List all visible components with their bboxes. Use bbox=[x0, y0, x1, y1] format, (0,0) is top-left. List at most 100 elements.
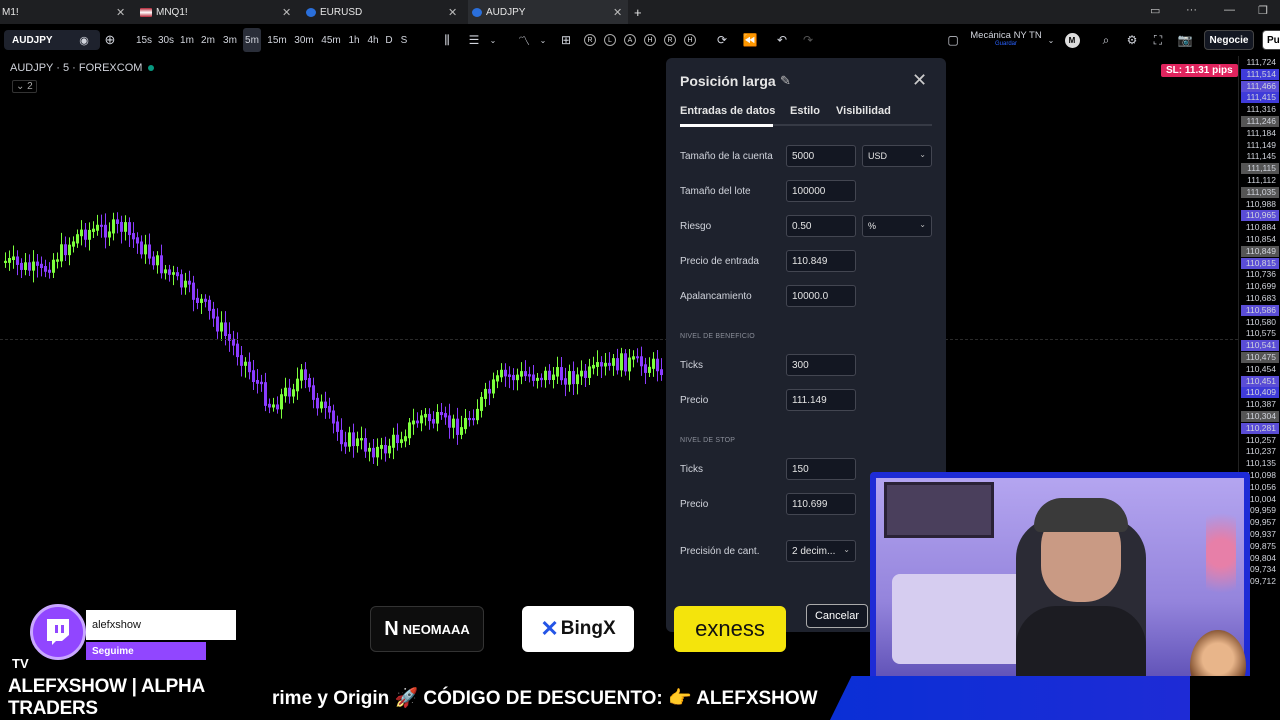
account-size-input[interactable]: 5000 bbox=[786, 145, 856, 167]
close-icon[interactable]: ✕ bbox=[912, 70, 927, 91]
search-icon[interactable]: ⌕ bbox=[1098, 28, 1114, 52]
candle-body bbox=[412, 420, 415, 425]
dialog-title: Posición larga bbox=[680, 73, 776, 89]
timeframe-3m[interactable]: 3m bbox=[221, 28, 239, 52]
custom-button-r[interactable]: R bbox=[584, 34, 596, 46]
chevron-down-icon[interactable]: ⌄ bbox=[1046, 28, 1056, 52]
chevron-down-icon: ⌄ bbox=[919, 220, 926, 229]
timeframe-15m[interactable]: 15m bbox=[265, 28, 289, 52]
browser-tab[interactable]: M1! ✕ bbox=[0, 0, 128, 24]
risk-input[interactable]: 0.50 bbox=[786, 215, 856, 237]
compare-icon[interactable]: ◉ bbox=[76, 28, 92, 52]
candle-body bbox=[180, 274, 183, 288]
close-icon[interactable]: ✕ bbox=[282, 6, 291, 19]
stop-ticks-input[interactable]: 150 bbox=[786, 458, 856, 480]
fullscreen-icon[interactable]: ⛶ bbox=[1150, 28, 1166, 52]
layout-menu[interactable]: Mecánica NY TN Guardar bbox=[966, 28, 1046, 52]
candle-body bbox=[256, 380, 259, 384]
indicators-icon[interactable]: 〽 bbox=[516, 28, 532, 52]
minimize-icon[interactable]: — bbox=[1224, 4, 1235, 16]
tab-label: M1! bbox=[2, 6, 19, 18]
tab-inputs[interactable]: Entradas de datos bbox=[680, 105, 775, 117]
timeframe-5m[interactable]: 5m bbox=[243, 28, 261, 52]
gear-icon[interactable]: ⚙ bbox=[1124, 28, 1140, 52]
chevron-down-icon[interactable]: ⌄ bbox=[488, 28, 498, 52]
timeframe-4h[interactable]: 4h bbox=[364, 28, 382, 52]
layout-icon[interactable]: ▢ bbox=[944, 28, 962, 52]
tab-visibility[interactable]: Visibilidad bbox=[836, 105, 891, 117]
timeframe-1h[interactable]: 1h bbox=[345, 28, 363, 52]
timeframe-S[interactable]: S bbox=[399, 28, 409, 52]
candle-body bbox=[68, 244, 71, 256]
templates-icon[interactable]: ⊞ bbox=[558, 28, 574, 52]
undo-icon[interactable]: ↶ bbox=[774, 28, 790, 52]
browser-tab-active[interactable]: AUDJPY ✕ bbox=[468, 0, 628, 24]
avatar[interactable]: M bbox=[1064, 28, 1080, 52]
trade-button[interactable]: Negocie bbox=[1204, 30, 1254, 50]
timeframe-30m[interactable]: 30m bbox=[292, 28, 316, 52]
cancel-button[interactable]: Cancelar bbox=[806, 604, 868, 628]
price-label: 110,237 bbox=[1245, 446, 1276, 457]
close-icon[interactable]: ✕ bbox=[448, 6, 457, 19]
risk-unit-select[interactable]: % ⌄ bbox=[862, 215, 932, 237]
profit-price-input[interactable]: 111.149 bbox=[786, 389, 856, 411]
candle-body bbox=[248, 361, 251, 373]
candle-body bbox=[240, 355, 243, 366]
new-tab-button[interactable]: + bbox=[634, 0, 648, 24]
close-icon[interactable]: ✕ bbox=[613, 6, 622, 19]
timeframe-2m[interactable]: 2m bbox=[199, 28, 217, 52]
profit-ticks-input[interactable]: 300 bbox=[786, 354, 856, 376]
candle-body bbox=[400, 439, 403, 444]
custom-button-r[interactable]: R bbox=[664, 34, 676, 46]
leverage-label: Apalancamiento bbox=[680, 291, 752, 302]
cast-icon[interactable]: ▭ bbox=[1150, 4, 1160, 17]
stop-loss-badge: SL: 11.31 pips bbox=[1161, 64, 1238, 77]
custom-button-l[interactable]: L bbox=[604, 34, 616, 46]
sponsor-exness: exness bbox=[674, 606, 786, 652]
replay-icon[interactable]: ⏪ bbox=[742, 28, 758, 52]
publish-button[interactable]: Pu bbox=[1262, 30, 1280, 50]
pencil-icon[interactable]: ✎ bbox=[780, 73, 791, 89]
restore-icon[interactable]: ❐ bbox=[1258, 4, 1268, 17]
custom-button-h[interactable]: H bbox=[684, 34, 696, 46]
alert-icon[interactable]: ⟳ bbox=[714, 28, 730, 52]
stop-price-input[interactable]: 110.699 bbox=[786, 493, 856, 515]
camera-icon[interactable]: 📷 bbox=[1176, 28, 1194, 52]
close-icon[interactable]: ✕ bbox=[116, 6, 125, 19]
timeframe-D[interactable]: D bbox=[384, 28, 394, 52]
ticker-text: rime y Origin 🚀 CÓDIGO DE DESCUENTO: 👉 A… bbox=[272, 688, 818, 709]
candle-body bbox=[80, 229, 83, 237]
currency-select[interactable]: USD ⌄ bbox=[862, 145, 932, 167]
add-symbol-icon[interactable]: ⊕ bbox=[102, 28, 118, 52]
candle-body bbox=[588, 366, 591, 378]
candle-body bbox=[164, 269, 167, 274]
lot-size-input[interactable]: 100000 bbox=[786, 180, 856, 202]
price-label: 110,965 bbox=[1241, 210, 1279, 222]
chevron-down-icon[interactable]: ⌄ bbox=[538, 28, 548, 52]
candle-body bbox=[648, 366, 651, 373]
candle-body bbox=[88, 229, 91, 240]
timeframe-45m[interactable]: 45m bbox=[319, 28, 343, 52]
candle-body bbox=[640, 356, 643, 367]
bar-style-icon[interactable]: ⫼ bbox=[438, 28, 456, 52]
tab-style[interactable]: Estilo bbox=[790, 105, 820, 117]
crosshair-line bbox=[0, 339, 1238, 340]
legend-collapse-toggle[interactable]: ⌄ 2 bbox=[12, 80, 37, 93]
redo-icon[interactable]: ↷ bbox=[800, 28, 816, 52]
candle-body bbox=[628, 357, 631, 372]
timeframe-1m[interactable]: 1m bbox=[178, 28, 196, 52]
timeframe-15s[interactable]: 15s bbox=[132, 28, 156, 52]
timeframe-30s[interactable]: 30s bbox=[154, 28, 178, 52]
browser-tab[interactable]: MNQ1! ✕ bbox=[136, 0, 296, 24]
custom-button-h[interactable]: H bbox=[644, 34, 656, 46]
custom-button-a[interactable]: A bbox=[624, 34, 636, 46]
qty-precision-select[interactable]: 2 decim... ⌄ bbox=[786, 540, 856, 562]
candle-body bbox=[140, 241, 143, 255]
browser-tab[interactable]: EURUSD ✕ bbox=[302, 0, 462, 24]
price-label: 110,815 bbox=[1241, 257, 1279, 269]
leverage-input[interactable]: 10000.0 bbox=[786, 285, 856, 307]
entry-price-input[interactable]: 110.849 bbox=[786, 250, 856, 272]
chart-type-icon[interactable]: ☰ bbox=[466, 28, 482, 52]
more-icon[interactable]: ··· bbox=[1186, 4, 1197, 16]
candle-body bbox=[444, 413, 447, 418]
